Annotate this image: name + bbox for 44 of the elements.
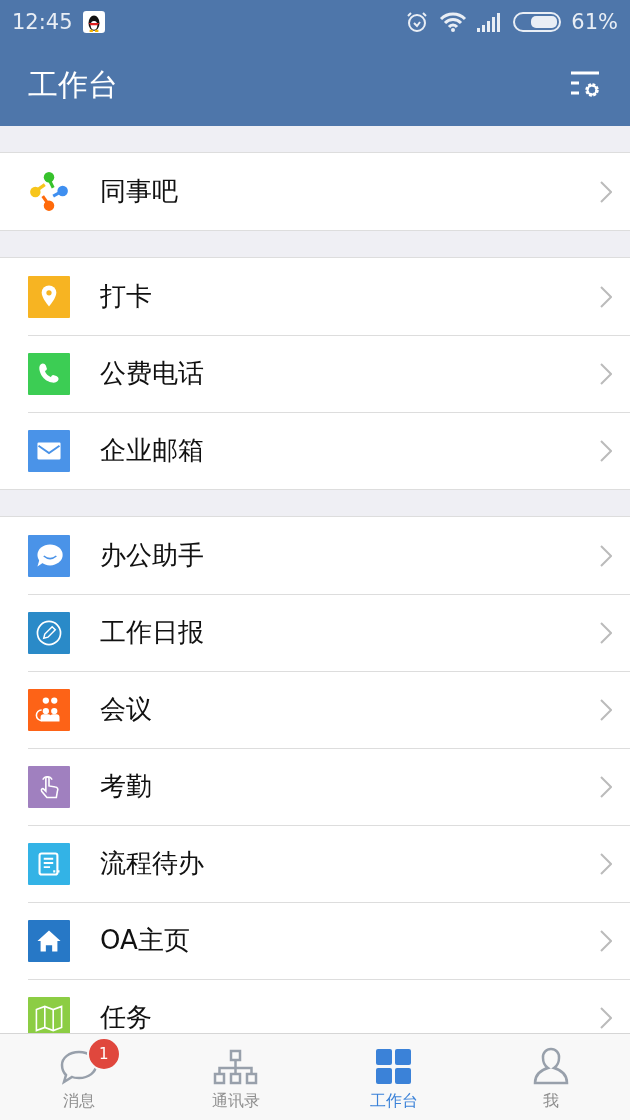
menu-item[interactable]: 会议 <box>0 671 630 748</box>
menu-item[interactable]: 工作日报 <box>0 594 630 671</box>
chevron-icon <box>600 285 612 308</box>
menu-item[interactable]: 企业邮箱 <box>0 412 630 489</box>
grid-icon <box>375 1049 412 1085</box>
status-time: 12:45 <box>12 10 73 34</box>
menu-item[interactable]: 考勤 <box>0 748 630 825</box>
penguin-icon <box>82 11 105 33</box>
chevron-icon <box>600 544 612 567</box>
menu-item[interactable]: 同事吧 <box>0 153 630 230</box>
unread-count: 1 <box>86 1037 121 1071</box>
chevron-icon <box>600 621 612 644</box>
menu-item[interactable]: 流程待办 <box>0 825 630 902</box>
chevron-icon <box>600 929 612 952</box>
nav-tab[interactable]: 工作台 <box>315 1034 473 1120</box>
org-chart-icon <box>213 1049 260 1085</box>
people-icon <box>28 688 70 731</box>
list-settings-icon[interactable] <box>570 71 602 99</box>
chevron-icon <box>600 1006 612 1029</box>
form-icon <box>28 842 70 885</box>
pin-icon <box>28 275 70 318</box>
chevron-icon <box>600 852 612 875</box>
chevron-icon <box>600 698 612 721</box>
menu-item[interactable]: 公费电话 <box>0 335 630 412</box>
menu-item[interactable]: 任务 <box>0 979 630 1033</box>
menu-item[interactable]: OA主页 <box>0 902 630 979</box>
phone-icon <box>28 352 70 395</box>
hand-icon <box>28 765 70 808</box>
chevron-icon <box>600 180 612 203</box>
home-icon <box>28 919 70 962</box>
pencil-icon <box>28 611 70 654</box>
mail-icon <box>28 429 70 472</box>
wifi-icon <box>439 11 468 33</box>
chevron-icon <box>600 775 612 798</box>
chevron-icon <box>600 362 612 385</box>
menu-item[interactable]: 打卡 <box>0 258 630 335</box>
page-title: 工作台 <box>28 65 119 104</box>
battery-percent: 61% <box>571 10 618 34</box>
menu-item[interactable]: 办公助手 <box>0 517 630 594</box>
pinwheel-icon <box>28 170 70 213</box>
chat-icon <box>28 534 70 577</box>
nav-tab[interactable]: 1 消息 <box>0 1034 158 1120</box>
battery-icon <box>513 12 562 32</box>
chevron-icon <box>600 439 612 462</box>
